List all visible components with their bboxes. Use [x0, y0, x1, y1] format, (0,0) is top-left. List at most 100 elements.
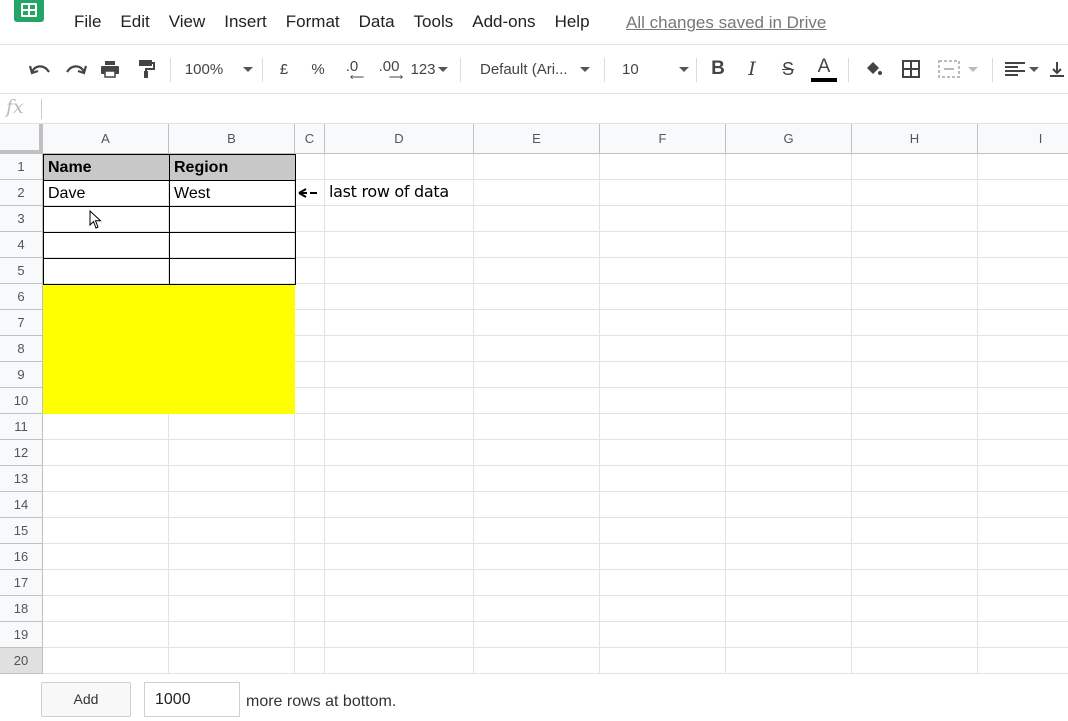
row-header-2[interactable]: 2 [0, 180, 43, 206]
chevron-down-icon [968, 66, 978, 72]
merge-cells-button[interactable] [934, 45, 982, 93]
cell-a4[interactable] [43, 232, 170, 259]
annotation-text: last row of data [329, 182, 449, 201]
row-header-14[interactable]: 14 [0, 492, 43, 518]
font-family-value: Default (Ari... [480, 60, 568, 78]
cell-a5[interactable] [43, 258, 170, 285]
row-header-20[interactable]: 20 [0, 648, 43, 674]
column-header-f[interactable]: F [600, 124, 726, 154]
chevron-down-icon [678, 66, 689, 72]
highlighted-range[interactable] [43, 284, 295, 414]
chevron-down-icon [437, 66, 448, 72]
rows-count-input[interactable]: 1000 [144, 682, 240, 717]
cell-a1[interactable]: Name [43, 154, 170, 181]
cell-b5[interactable] [169, 258, 296, 285]
row-header-9[interactable]: 9 [0, 362, 43, 388]
formula-divider [41, 99, 42, 119]
chevron-down-icon [579, 66, 590, 72]
row-header-4[interactable]: 4 [0, 232, 43, 258]
sheets-logo-icon[interactable] [14, 0, 44, 22]
add-rows-button[interactable]: Add [41, 682, 131, 717]
row-header-3[interactable]: 3 [0, 206, 43, 232]
column-header-d[interactable]: D [325, 124, 474, 154]
font-size-value: 10 [622, 60, 639, 78]
menu-tools[interactable]: Tools [414, 12, 454, 32]
menu-insert[interactable]: Insert [224, 12, 267, 32]
cell-b3[interactable] [169, 206, 296, 233]
more-formats-button[interactable]: 123 [408, 45, 450, 93]
column-header-e[interactable]: E [474, 124, 600, 154]
sheet-grid[interactable]: A B C D E F G H I 1 2 3 4 5 6 7 8 9 10 1… [0, 124, 1068, 674]
select-all-corner[interactable] [0, 124, 43, 154]
currency-format-button[interactable]: £ [272, 45, 296, 93]
formula-bar: fx [0, 94, 1068, 124]
menu-bar: File Edit View Insert Format Data Tools … [0, 0, 1068, 44]
column-header-h[interactable]: H [852, 124, 978, 154]
strikethrough-icon[interactable]: S [776, 45, 800, 93]
zoom-select[interactable]: 100% [182, 45, 256, 93]
row-header-5[interactable]: 5 [0, 258, 43, 284]
row-header-1[interactable]: 1 [0, 154, 43, 180]
fx-icon: fx [6, 96, 24, 118]
menu-help[interactable]: Help [555, 12, 590, 32]
arrow-left-icon [298, 188, 317, 198]
zoom-value: 100% [184, 60, 224, 78]
arrow-left-icon: ⟵ [349, 72, 365, 83]
italic-icon[interactable]: I [740, 45, 764, 93]
arrow-right-icon: ⟶ [388, 72, 404, 83]
more-formats-label: 123 [410, 60, 436, 78]
chevron-down-icon [243, 66, 254, 72]
row-header-16[interactable]: 16 [0, 544, 43, 570]
menu-data[interactable]: Data [359, 12, 395, 32]
row-header-17[interactable]: 17 [0, 570, 43, 596]
decrease-decimals-button[interactable]: .0 ⟵ [338, 45, 366, 93]
cell-a3[interactable] [43, 206, 170, 233]
row-header-8[interactable]: 8 [0, 336, 43, 362]
chevron-down-icon [1029, 66, 1039, 72]
undo-icon[interactable] [26, 45, 54, 93]
text-color-swatch [811, 78, 837, 82]
percent-format-button[interactable]: % [306, 45, 330, 93]
paint-format-icon[interactable] [134, 45, 158, 93]
font-family-select[interactable]: Default (Ari... [474, 45, 594, 93]
column-header-i[interactable]: I [978, 124, 1068, 154]
menu-view[interactable]: View [169, 12, 206, 32]
column-header-b[interactable]: B [169, 124, 295, 154]
vertical-align-icon[interactable] [1050, 45, 1068, 93]
row-header-11[interactable]: 11 [0, 414, 43, 440]
cell-b1[interactable]: Region [169, 154, 296, 181]
row-header-15[interactable]: 15 [0, 518, 43, 544]
row-header-10[interactable]: 10 [0, 388, 43, 414]
cell-a2[interactable]: Dave [43, 180, 170, 207]
menu-file[interactable]: File [74, 12, 101, 32]
horizontal-align-button[interactable] [1002, 45, 1042, 93]
borders-icon[interactable] [898, 45, 924, 93]
text-color-button[interactable]: A [810, 45, 838, 93]
row-header-19[interactable]: 19 [0, 622, 43, 648]
row-header-6[interactable]: 6 [0, 284, 43, 310]
cell-b2[interactable]: West [169, 180, 296, 207]
row-header-13[interactable]: 13 [0, 466, 43, 492]
column-header-c[interactable]: C [295, 124, 325, 154]
print-icon[interactable] [98, 45, 122, 93]
add-rows-suffix: more rows at bottom. [246, 693, 397, 710]
fill-color-icon[interactable] [860, 45, 886, 93]
row-header-7[interactable]: 7 [0, 310, 43, 336]
save-status-link[interactable]: All changes saved in Drive [626, 13, 826, 33]
menu-format[interactable]: Format [286, 12, 340, 32]
bold-icon[interactable]: B [706, 45, 730, 93]
text-color-icon: A [817, 56, 831, 77]
cell-b4[interactable] [169, 232, 296, 259]
toolbar: 100% £ % .0 ⟵ .00 ⟶ 123 Default (Ari... … [0, 44, 1068, 94]
row-header-18[interactable]: 18 [0, 596, 43, 622]
row-header-12[interactable]: 12 [0, 440, 43, 466]
menu-edit[interactable]: Edit [120, 12, 149, 32]
increase-decimals-button[interactable]: .00 ⟶ [374, 45, 404, 93]
mouse-pointer-icon [89, 210, 102, 229]
column-header-a[interactable]: A [43, 124, 169, 154]
font-size-select[interactable]: 10 [614, 45, 689, 93]
column-header-g[interactable]: G [726, 124, 852, 154]
redo-icon[interactable] [62, 45, 90, 93]
formula-input[interactable] [50, 100, 1050, 120]
menu-addons[interactable]: Add-ons [472, 12, 535, 32]
